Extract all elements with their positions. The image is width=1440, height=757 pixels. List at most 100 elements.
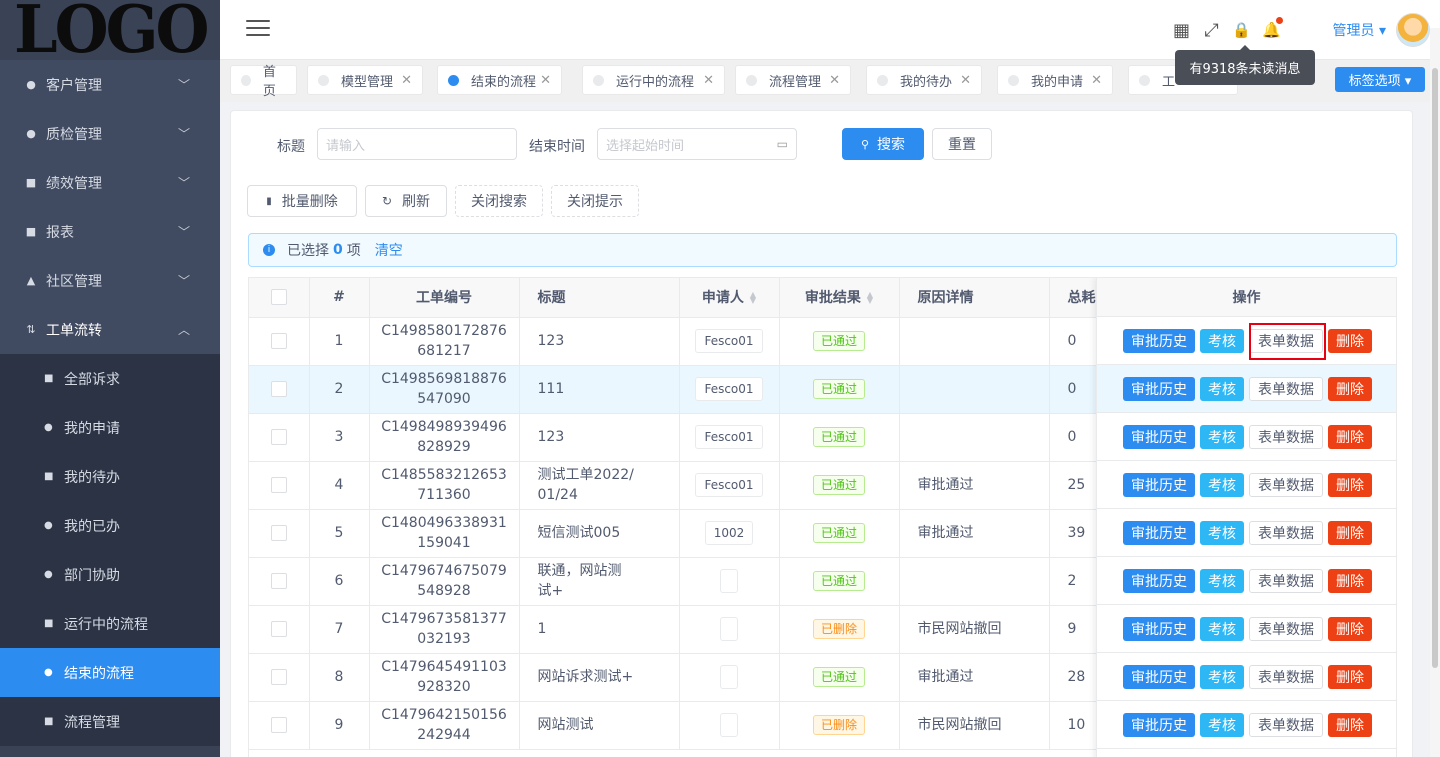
approval-history-button[interactable]: 审批历史 (1123, 616, 1195, 641)
form-data-button[interactable]: 表单数据 (1249, 664, 1323, 689)
sort-icon[interactable]: ▲ ▼ (750, 291, 756, 305)
apps-icon[interactable]: ▦ (1167, 20, 1197, 41)
form-data-button[interactable]: 表单数据 (1249, 376, 1323, 401)
assess-button[interactable]: 考核 (1200, 328, 1244, 353)
sidebar-item-ended-flows[interactable]: ● 结束的流程 (0, 648, 220, 697)
close-icon[interactable]: ✕ (960, 73, 971, 88)
tab-2[interactable]: 结束的流程 ✕ (437, 65, 562, 95)
user-menu[interactable]: 管理员 ▾ (1333, 20, 1386, 40)
tab-0[interactable]: 首页 (230, 65, 297, 99)
row-checkbox[interactable] (270, 669, 287, 685)
delete-button[interactable]: 删除 (1328, 664, 1372, 689)
sidebar-item-my-done[interactable]: ● 我的已办 (0, 501, 220, 550)
batch-delete-button[interactable]: ▮ 批量删除 (247, 185, 357, 217)
delete-button[interactable]: 删除 (1328, 472, 1372, 497)
row-checkbox[interactable] (270, 573, 287, 589)
delete-button[interactable]: 删除 (1328, 712, 1372, 737)
row-select-cell[interactable] (249, 317, 310, 366)
scrollbar-thumb[interactable] (1432, 68, 1438, 668)
tab-5[interactable]: 我的待办 ✕ (866, 65, 982, 95)
tab-3[interactable]: 运行中的流程 ✕ (582, 65, 725, 95)
sidebar-item-flow-management[interactable]: ■ 流程管理 (0, 697, 220, 746)
row-checkbox[interactable] (270, 381, 287, 397)
form-data-button[interactable]: 表单数据 (1249, 520, 1323, 545)
close-icon[interactable]: ✕ (401, 73, 412, 88)
select-all-header[interactable] (249, 278, 310, 318)
row-select-cell[interactable] (249, 605, 310, 654)
col-result[interactable]: 审批结果 ▲ ▼ (779, 278, 900, 318)
close-tip-button[interactable]: 关闭提示 (551, 185, 639, 217)
sidebar-item-all-requests[interactable]: ■ 全部诉求 (0, 354, 220, 403)
approval-history-button[interactable]: 审批历史 (1123, 472, 1195, 497)
page-scrollbar[interactable] (1430, 28, 1440, 757)
lock-icon[interactable]: 🔒 (1227, 21, 1257, 39)
end-time-picker[interactable]: 选择起始时间 ▭ (597, 128, 797, 160)
tab-6[interactable]: 我的申请 ✕ (997, 65, 1113, 95)
approval-history-button[interactable]: 审批历史 (1123, 520, 1195, 545)
assess-button[interactable]: 考核 (1200, 664, 1244, 689)
reset-button[interactable]: 重置 (932, 128, 992, 160)
sidebar-menu-1[interactable]: ● 质检管理 ﹀ (0, 109, 220, 158)
close-icon[interactable]: ✕ (1091, 73, 1102, 88)
row-select-cell[interactable] (249, 365, 310, 414)
search-button[interactable]: ⚲ 搜索 (842, 128, 924, 160)
title-input[interactable]: 请输入 (317, 128, 517, 160)
close-icon[interactable]: ✕ (540, 73, 551, 88)
row-select-cell[interactable] (249, 509, 310, 558)
sidebar-menu-4[interactable]: ▲ 社区管理 ﹀ (0, 256, 220, 305)
assess-button[interactable]: 考核 (1200, 472, 1244, 497)
form-data-button[interactable]: 表单数据 (1249, 712, 1323, 737)
close-search-button[interactable]: 关闭搜索 (455, 185, 543, 217)
row-checkbox[interactable] (270, 429, 287, 445)
row-checkbox[interactable] (270, 621, 287, 637)
close-icon[interactable]: ✕ (829, 73, 840, 88)
form-data-button[interactable]: 表单数据 (1249, 568, 1323, 593)
row-select-cell[interactable] (249, 653, 310, 702)
sidebar-menu-5[interactable]: ⇅ 工单流转 ︿ (0, 305, 220, 354)
fullscreen-icon[interactable]: ⤢ (1197, 20, 1227, 41)
refresh-button[interactable]: ↻ 刷新 (365, 185, 447, 217)
approval-history-button[interactable]: 审批历史 (1123, 328, 1195, 353)
col-applicant[interactable]: 申请人 ▲ ▼ (679, 278, 780, 318)
approval-history-button[interactable]: 审批历史 (1123, 664, 1195, 689)
delete-button[interactable]: 删除 (1328, 376, 1372, 401)
form-data-button[interactable]: 表单数据 (1249, 616, 1323, 641)
assess-button[interactable]: 考核 (1200, 712, 1244, 737)
sidebar-item-my-applications[interactable]: ● 我的申请 (0, 403, 220, 452)
approval-history-button[interactable]: 审批历史 (1123, 376, 1195, 401)
tab-1[interactable]: 模型管理 ✕ (307, 65, 423, 95)
sort-icon[interactable]: ▲ ▼ (867, 291, 873, 305)
approval-history-button[interactable]: 审批历史 (1123, 712, 1195, 737)
assess-button[interactable]: 考核 (1200, 616, 1244, 641)
delete-button[interactable]: 删除 (1328, 328, 1372, 353)
delete-button[interactable]: 删除 (1328, 520, 1372, 545)
assess-button[interactable]: 考核 (1200, 520, 1244, 545)
sidebar-item-running-flows[interactable]: ■ 运行中的流程 (0, 599, 220, 648)
row-select-cell[interactable] (249, 557, 310, 606)
bell-icon[interactable]: 🔔 (1257, 17, 1287, 39)
clear-selection-link[interactable]: 清空 (375, 240, 403, 260)
row-checkbox[interactable] (270, 717, 287, 733)
assess-button[interactable]: 考核 (1200, 568, 1244, 593)
tab-4[interactable]: 流程管理 ✕ (735, 65, 851, 95)
approval-history-button[interactable]: 审批历史 (1123, 568, 1195, 593)
delete-button[interactable]: 删除 (1328, 616, 1372, 641)
sidebar-menu-2[interactable]: ■ 绩效管理 ﹀ (0, 158, 220, 207)
delete-button[interactable]: 删除 (1328, 568, 1372, 593)
sidebar-item-my-todo[interactable]: ■ 我的待办 (0, 452, 220, 501)
assess-button[interactable]: 考核 (1200, 376, 1244, 401)
close-icon[interactable]: ✕ (703, 73, 714, 88)
sidebar-menu-0[interactable]: ● 客户管理 ﹀ (0, 60, 220, 109)
form-data-button[interactable]: 表单数据 (1249, 472, 1323, 497)
row-select-cell[interactable] (249, 701, 310, 750)
avatar[interactable] (1396, 13, 1430, 47)
row-select-cell[interactable] (249, 461, 310, 510)
row-checkbox[interactable] (270, 477, 287, 493)
row-checkbox[interactable] (270, 525, 287, 541)
tab-options-button[interactable]: 标签选项 ▾ (1335, 67, 1425, 92)
sidebar-menu-3[interactable]: ■ 报表 ﹀ (0, 207, 220, 256)
sidebar-item-dept-assist[interactable]: ● 部门协助 (0, 550, 220, 599)
select-all-checkbox[interactable] (270, 289, 287, 306)
row-checkbox[interactable] (270, 333, 287, 349)
assess-button[interactable]: 考核 (1200, 424, 1244, 449)
